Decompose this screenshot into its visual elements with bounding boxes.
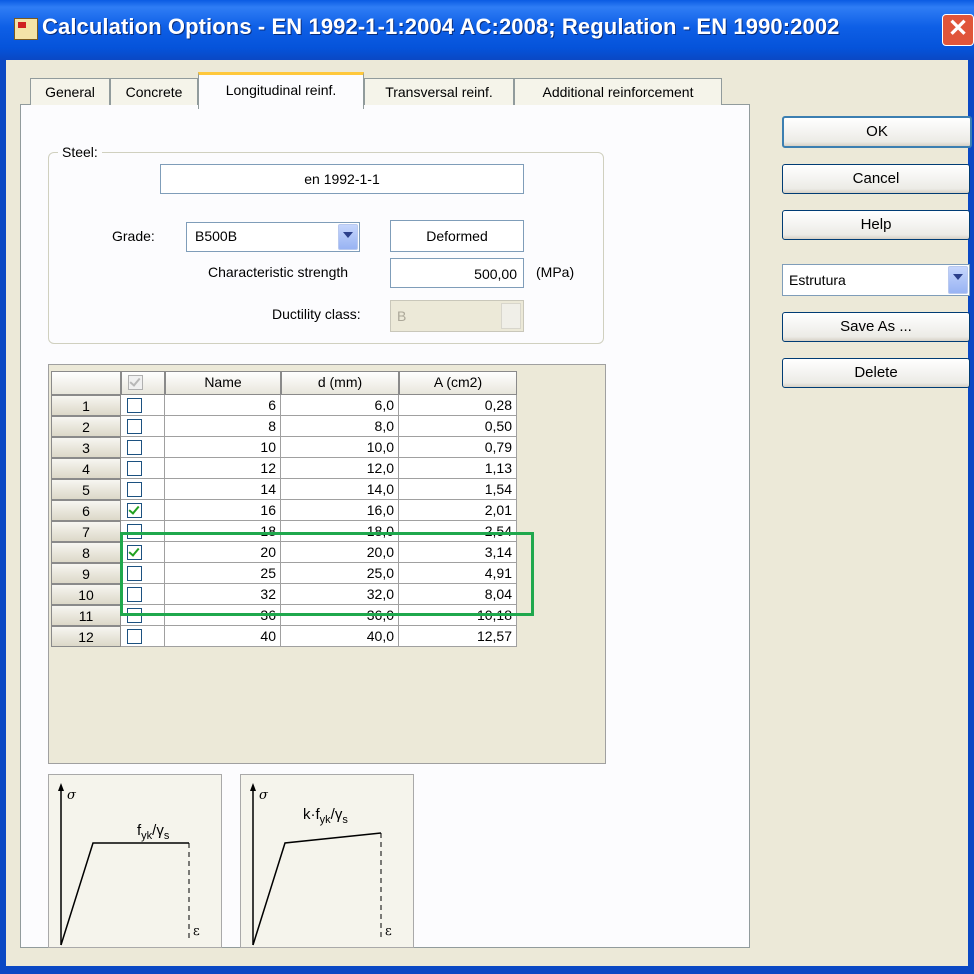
row-checkbox[interactable] — [127, 398, 142, 413]
table-cell: 40,0 — [281, 626, 399, 647]
svg-text:k·fyk/γs: k·fyk/γs — [303, 806, 348, 826]
grade-label: Grade: — [112, 228, 155, 244]
table-cell: 2,01 — [399, 500, 517, 521]
row-checkbox-cell[interactable] — [121, 479, 165, 500]
row-checkbox-cell[interactable] — [121, 500, 165, 521]
row-header[interactable]: 4 — [51, 458, 121, 479]
row-header[interactable]: 2 — [51, 416, 121, 437]
table-cell: 1,13 — [399, 458, 517, 479]
ductility-value: B — [397, 308, 407, 324]
char-strength-unit: (MPa) — [536, 264, 575, 280]
table-cell: 10,0 — [281, 437, 399, 458]
row-header[interactable]: 5 — [51, 479, 121, 500]
row-checkbox-cell[interactable] — [121, 626, 165, 647]
app-icon — [14, 18, 38, 40]
row-checkbox[interactable] — [127, 482, 142, 497]
row-header[interactable]: 8 — [51, 542, 121, 563]
table-cell: 14 — [165, 479, 281, 500]
table-cell: 12 — [165, 458, 281, 479]
row-checkbox[interactable] — [127, 503, 142, 518]
chevron-down-icon[interactable] — [948, 266, 968, 294]
grade-select[interactable]: B500B — [186, 222, 360, 252]
table-cell: 12,0 — [281, 458, 399, 479]
preset-value: Estrutura — [789, 272, 846, 288]
select-all-checkbox-header[interactable] — [121, 371, 165, 395]
help-button[interactable]: Help — [782, 210, 970, 240]
row-checkbox[interactable] — [127, 419, 142, 434]
delete-button[interactable]: Delete — [782, 358, 970, 388]
chevron-down-icon — [501, 303, 521, 329]
table-cell: 12,57 — [399, 626, 517, 647]
tab-transversal-reinf[interactable]: Transversal reinf. — [364, 78, 514, 105]
table-cell: 6,0 — [281, 395, 399, 416]
row-header[interactable]: 11 — [51, 605, 121, 626]
epsilon-label: ε — [385, 924, 392, 939]
sigma-label: σ — [67, 788, 77, 803]
table-cell: 16 — [165, 500, 281, 521]
row-header[interactable]: 6 — [51, 500, 121, 521]
column-header[interactable]: A (cm2) — [399, 371, 517, 395]
steel-standard-field[interactable]: en 1992-1-1 — [160, 164, 524, 194]
row-checkbox[interactable] — [127, 629, 142, 644]
char-strength-input[interactable]: 500,00 — [390, 258, 524, 288]
table-cell: 1,54 — [399, 479, 517, 500]
svg-text:fyk/γs: fyk/γs — [137, 822, 170, 842]
table-cell: 0,79 — [399, 437, 517, 458]
table-cell: 0,50 — [399, 416, 517, 437]
tab-longitudinal-reinf[interactable]: Longitudinal reinf. — [198, 72, 364, 109]
close-button[interactable]: ✕ — [942, 14, 974, 46]
table-cell: 8 — [165, 416, 281, 437]
ductility-label: Ductility class: — [272, 306, 361, 322]
window-title: Calculation Options - EN 1992-1-1:2004 A… — [42, 14, 840, 39]
table-cell: 6 — [165, 395, 281, 416]
table-corner-header[interactable] — [51, 371, 121, 395]
surface-type-field[interactable]: Deformed — [390, 220, 524, 252]
save-as-button[interactable]: Save As ... — [782, 312, 970, 342]
ductility-select[interactable]: B — [390, 300, 524, 332]
steel-group-label: Steel: — [58, 144, 102, 160]
sigma-label: σ — [259, 788, 269, 803]
preset-select[interactable]: Estrutura — [782, 264, 970, 296]
row-header[interactable]: 1 — [51, 395, 121, 416]
grade-value: B500B — [195, 228, 238, 244]
epsilon-label: ε — [193, 924, 200, 939]
row-checkbox-cell[interactable] — [121, 458, 165, 479]
stress-strain-diagram-hardening[interactable]: σ ε k·fyk/γs — [240, 774, 414, 948]
stress-strain-chart-hardening: σ ε k·fyk/γs — [250, 783, 392, 946]
char-strength-label: Characteristic strength — [208, 264, 349, 280]
table-cell: 8,0 — [281, 416, 399, 437]
row-checkbox-cell[interactable] — [121, 437, 165, 458]
row-header[interactable]: 3 — [51, 437, 121, 458]
chevron-down-icon[interactable] — [338, 224, 358, 250]
row-header[interactable]: 10 — [51, 584, 121, 605]
table-cell: 0,28 — [399, 395, 517, 416]
tab-additional-reinforcement[interactable]: Additional reinforcement — [514, 78, 722, 105]
window-border-right — [968, 60, 974, 974]
ok-button[interactable]: OK — [782, 116, 972, 148]
row-checkbox[interactable] — [127, 440, 142, 455]
table-cell: 16,0 — [281, 500, 399, 521]
row-header[interactable]: 9 — [51, 563, 121, 584]
table-cell: 14,0 — [281, 479, 399, 500]
row-header[interactable]: 12 — [51, 626, 121, 647]
selection-highlight — [120, 532, 534, 616]
row-checkbox[interactable] — [127, 461, 142, 476]
table-cell: 10 — [165, 437, 281, 458]
column-header[interactable]: d (mm) — [281, 371, 399, 395]
stress-strain-chart: σ ε fyk/γs — [58, 783, 200, 946]
table-cell: 40 — [165, 626, 281, 647]
row-header[interactable]: 7 — [51, 521, 121, 542]
row-checkbox-cell[interactable] — [121, 416, 165, 437]
window-border-bottom — [0, 966, 974, 974]
window-border-left — [0, 60, 6, 974]
stress-strain-diagram-horizontal[interactable]: σ ε fyk/γs — [48, 774, 222, 948]
tab-general[interactable]: General — [30, 78, 110, 105]
column-header[interactable]: Name — [165, 371, 281, 395]
tab-concrete[interactable]: Concrete — [110, 78, 198, 105]
cancel-button[interactable]: Cancel — [782, 164, 970, 194]
row-checkbox-cell[interactable] — [121, 395, 165, 416]
check-icon — [128, 375, 143, 390]
